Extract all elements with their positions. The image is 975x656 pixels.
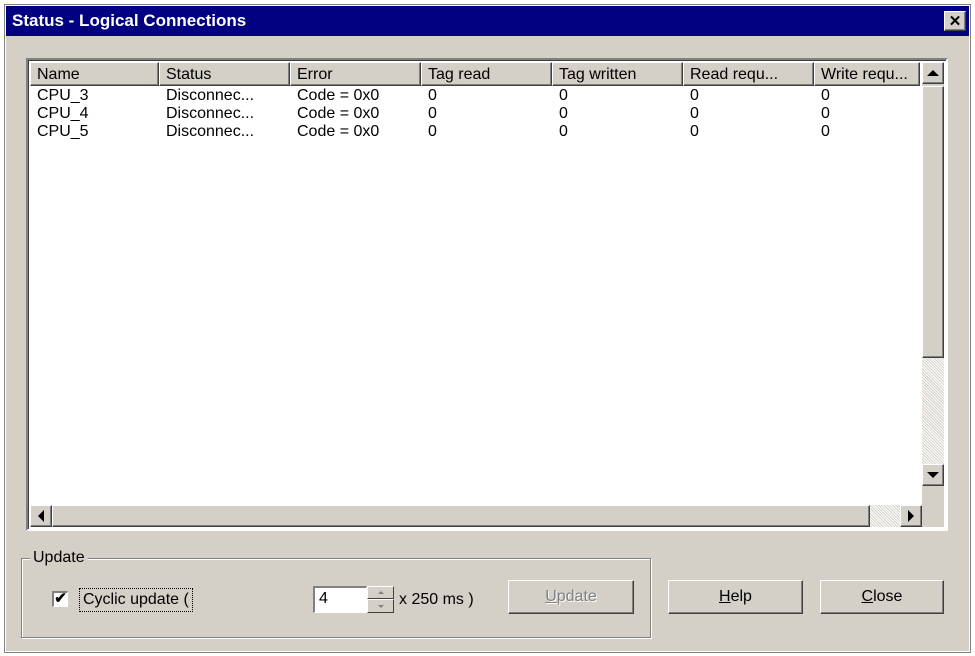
interval-spinner[interactable] [367, 586, 394, 613]
cell-tag-written: 0 [559, 105, 568, 122]
cell-status: Disconnec... [166, 105, 255, 122]
cell-write-requests: 0 [821, 105, 830, 122]
cyclic-update-label[interactable]: Cyclic update ( [79, 588, 193, 612]
cell-name: CPU_4 [37, 105, 89, 122]
cell-read-requests: 0 [690, 123, 699, 140]
column-header-name[interactable]: Name [30, 62, 159, 86]
triangle-right-icon [908, 510, 914, 522]
close-icon[interactable]: ✕ [944, 11, 966, 31]
close-button-label: lose [873, 588, 903, 605]
column-header-tag-read[interactable]: Tag read [421, 62, 552, 86]
triangle-up-icon [927, 70, 939, 76]
cell-name: CPU_3 [37, 87, 89, 104]
chevron-up-icon [377, 591, 384, 594]
update-button-label: pdate [556, 588, 597, 605]
cell-write-requests: 0 [821, 87, 830, 104]
column-header-error[interactable]: Error [290, 62, 421, 86]
horizontal-scrollbar[interactable] [30, 505, 922, 527]
horizontal-scroll-track[interactable] [870, 505, 900, 527]
list-row[interactable]: CPU_4 Disconnec... Code = 0x0 0 0 0 0 [30, 105, 920, 123]
scroll-up-button[interactable] [922, 62, 944, 84]
chevron-down-icon [377, 604, 384, 608]
cell-status: Disconnec... [166, 87, 255, 104]
window-title: Status - Logical Connections [12, 11, 247, 30]
cell-tag-read: 0 [428, 105, 437, 122]
cell-read-requests: 0 [690, 105, 699, 122]
list-rows: CPU_3 Disconnec... Code = 0x0 0 0 0 0 CP… [30, 87, 920, 141]
interval-input[interactable]: 4 [313, 586, 367, 613]
column-header-write-requests[interactable]: Write requ... [814, 62, 920, 86]
cell-name: CPU_5 [37, 123, 89, 140]
vertical-scrollbar[interactable] [922, 62, 944, 508]
scrollbar-corner [922, 505, 944, 527]
column-header-tag-written[interactable]: Tag written [552, 62, 683, 86]
list-row[interactable]: CPU_3 Disconnec... Code = 0x0 0 0 0 0 [30, 87, 920, 105]
help-button[interactable]: Help [668, 580, 803, 614]
column-header-status[interactable]: Status [159, 62, 290, 86]
update-group-label: Update [30, 549, 88, 567]
cell-tag-read: 0 [428, 87, 437, 104]
vertical-scroll-thumb[interactable] [922, 86, 944, 358]
interval-units-label: x 250 ms ) [399, 591, 474, 608]
cell-write-requests: 0 [821, 123, 830, 140]
scroll-left-button[interactable] [30, 505, 52, 527]
title-bar: Status - Logical Connections ✕ [6, 6, 969, 36]
scroll-right-button[interactable] [900, 505, 922, 527]
list-row[interactable]: CPU_5 Disconnec... Code = 0x0 0 0 0 0 [30, 123, 920, 141]
column-header-read-requests[interactable]: Read requ... [683, 62, 814, 86]
cell-status: Disconnec... [166, 123, 255, 140]
cell-tag-written: 0 [559, 87, 568, 104]
triangle-down-icon [927, 472, 939, 478]
scroll-down-button[interactable] [922, 464, 944, 486]
spinner-up-button[interactable] [367, 586, 394, 599]
cell-error: Code = 0x0 [297, 105, 380, 122]
close-button-mnemonic: C [861, 588, 874, 605]
cell-error: Code = 0x0 [297, 87, 380, 104]
connections-list[interactable]: Name Status Error Tag read Tag written R… [26, 58, 948, 531]
help-button-label: elp [730, 588, 752, 605]
spinner-down-button[interactable] [367, 599, 394, 613]
update-button-mnemonic: U [545, 588, 557, 605]
cell-tag-read: 0 [428, 123, 437, 140]
list-header: Name Status Error Tag read Tag written R… [30, 62, 920, 86]
cyclic-update-checkbox[interactable]: ✔ [52, 591, 68, 607]
close-button[interactable]: Close [820, 580, 944, 614]
horizontal-scroll-thumb[interactable] [52, 505, 870, 527]
help-button-mnemonic: H [719, 588, 731, 605]
cell-error: Code = 0x0 [297, 123, 380, 140]
update-button[interactable]: Update [508, 580, 634, 614]
cell-read-requests: 0 [690, 87, 699, 104]
triangle-left-icon [38, 510, 44, 522]
vertical-scroll-track[interactable] [922, 358, 944, 464]
cell-tag-written: 0 [559, 123, 568, 140]
